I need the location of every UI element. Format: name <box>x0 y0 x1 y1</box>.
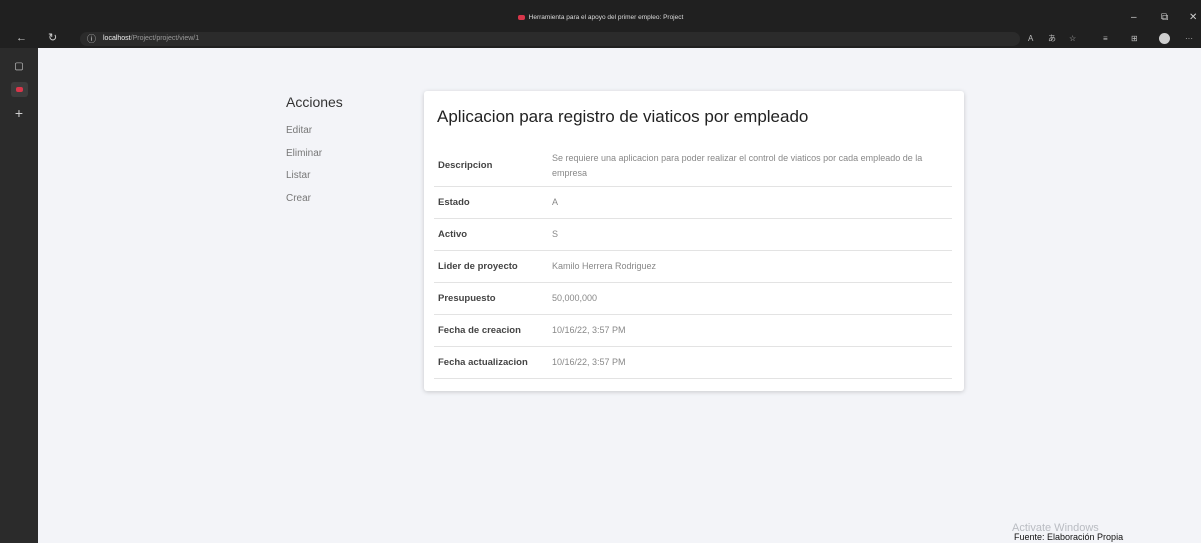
more-icon[interactable]: ··· <box>1185 33 1193 44</box>
table-row: Activo S <box>434 219 952 251</box>
table-row: Fecha actualizacion 10/16/22, 3:57 PM <box>434 347 952 379</box>
project-detail-card: Aplicacion para registro de viaticos por… <box>424 91 964 391</box>
sidebar-tab-project[interactable] <box>11 82 28 97</box>
reload-icon[interactable]: ↻ <box>48 32 57 45</box>
favicon-icon <box>517 15 525 20</box>
edit-link[interactable]: Editar <box>286 125 343 137</box>
close-button[interactable]: ✕ <box>1189 13 1197 23</box>
profile-avatar[interactable] <box>1159 33 1170 44</box>
collections-icon[interactable]: ⊞ <box>1131 33 1138 44</box>
delete-link[interactable]: Eliminar <box>286 148 343 160</box>
back-icon[interactable]: ← <box>16 32 27 45</box>
tab-actions-icon[interactable]: ▢ <box>12 60 26 74</box>
create-link[interactable]: Crear <box>286 193 343 205</box>
table-row: Presupuesto 50,000,000 <box>434 283 952 315</box>
minimize-button[interactable]: – <box>1131 13 1137 23</box>
restore-button[interactable]: ⧉ <box>1161 13 1168 23</box>
window-titlebar: Herramienta para el apoyo del primer emp… <box>0 0 1201 30</box>
address-bar[interactable]: ⓘ localhost/Project/project/view/1 <box>80 32 1020 46</box>
row-value: S <box>552 229 559 239</box>
window-title-text: Herramienta para el apoyo del primer emp… <box>528 14 684 21</box>
browser-toolbar: ← ↻ ⓘ localhost/Project/project/view/1 A… <box>0 30 1201 48</box>
actions-menu: Acciones Editar Eliminar Listar Crear <box>286 93 343 215</box>
url-text: localhost/Project/project/view/1 <box>103 34 199 44</box>
table-row: Lider de proyecto Kamilo Herrera Rodrigu… <box>434 251 952 283</box>
window-title: Herramienta para el apoyo del primer emp… <box>0 14 1201 22</box>
row-label: Estado <box>438 197 470 208</box>
source-caption: Fuente: Elaboración Propia <box>1014 532 1124 542</box>
row-label: Fecha actualizacion <box>438 357 528 368</box>
row-value: Se requiere una aplicacion para poder re… <box>552 152 923 178</box>
new-tab-icon[interactable]: + <box>12 106 26 120</box>
list-link[interactable]: Listar <box>286 170 343 182</box>
row-label: Lider de proyecto <box>438 261 518 272</box>
row-label: Fecha de creacion <box>438 325 521 336</box>
row-value: 10/16/22, 3:57 PM <box>552 325 626 335</box>
project-details-table: Descripcion Se requiere una aplicacion p… <box>434 145 952 379</box>
vertical-tabs-sidebar: ▢ + <box>0 48 38 543</box>
table-row: Estado A <box>434 187 952 219</box>
row-value: A <box>552 197 559 207</box>
screenshot: Herramienta para el apoyo del primer emp… <box>0 0 1201 543</box>
url-path: /Project/project/view/1 <box>130 35 200 42</box>
project-title: Aplicacion para registro de viaticos por… <box>437 107 809 126</box>
row-value: Kamilo Herrera Rodriguez <box>552 261 657 271</box>
row-label: Activo <box>438 229 468 240</box>
row-label: Presupuesto <box>438 293 496 304</box>
row-value: 50,000,000 <box>552 293 598 303</box>
translate-icon[interactable]: あ <box>1048 33 1056 44</box>
url-host: localhost <box>103 35 131 42</box>
tab-favicon-icon <box>16 87 23 92</box>
favorites-icon[interactable]: ≡ <box>1103 33 1108 44</box>
actions-heading: Acciones <box>286 94 343 110</box>
row-label: Descripcion <box>438 160 493 171</box>
favorite-icon[interactable]: ☆ <box>1069 33 1076 44</box>
info-icon[interactable]: ⓘ <box>87 33 96 45</box>
table-row: Descripcion Se requiere una aplicacion p… <box>434 145 952 187</box>
read-aloud-icon[interactable]: A <box>1028 33 1033 44</box>
table-row: Fecha de creacion 10/16/22, 3:57 PM <box>434 315 952 347</box>
row-value: 10/16/22, 3:57 PM <box>552 357 626 367</box>
